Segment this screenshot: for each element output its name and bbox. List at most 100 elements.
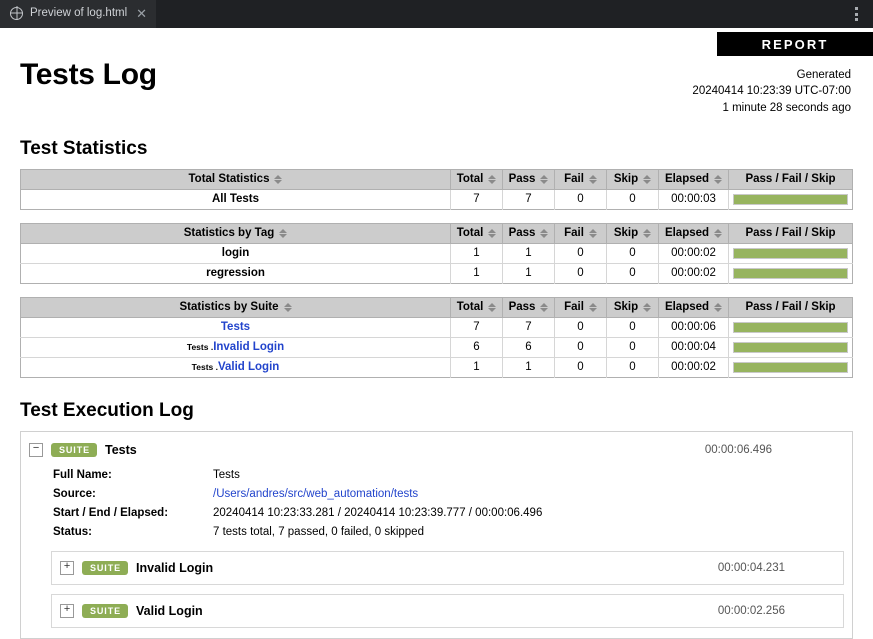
suite-elapsed: 00:00:06.496 (704, 443, 772, 456)
detail-value: Tests (213, 468, 240, 481)
sort-indicator-icon[interactable] (540, 302, 549, 312)
kebab-menu-icon[interactable] (848, 0, 864, 28)
collapse-toggle-icon[interactable]: − (29, 442, 43, 457)
close-icon[interactable]: ✕ (136, 7, 147, 20)
cell-pass: 1 (502, 357, 555, 378)
column-header-tag-3[interactable]: Fail (554, 223, 607, 244)
sort-indicator-icon[interactable] (588, 228, 597, 238)
cell-pass: 1 (502, 243, 555, 264)
generated-info: Generated 20240414 10:23:39 UTC-07:00 1 … (692, 58, 853, 116)
sort-indicator-icon[interactable] (488, 228, 497, 238)
column-header-total-0[interactable]: Total Statistics (20, 169, 451, 190)
total-statistics-table: Total Statistics Total Pass Fail Skip Elapsed… (20, 168, 853, 210)
row-name[interactable]: Tests (20, 317, 451, 338)
sort-indicator-icon[interactable] (274, 174, 283, 184)
cell-fail: 0 (554, 189, 607, 210)
column-header-total-5[interactable]: Elapsed (658, 169, 729, 190)
child-suite-item[interactable]: + SUITE Invalid Login 00:00:04.231 (51, 550, 844, 585)
detail-row: Full Name: Tests (53, 466, 844, 485)
cell-total: 1 (450, 243, 503, 264)
sort-indicator-icon[interactable] (588, 174, 597, 184)
window-titlebar: Preview of log.html ✕ (0, 0, 873, 28)
cell-skip: 0 (606, 189, 659, 210)
sort-indicator-icon[interactable] (643, 302, 652, 312)
globe-icon (10, 6, 23, 20)
column-header-total-6: Pass / Fail / Skip (728, 169, 853, 190)
column-header-suite-0[interactable]: Statistics by Suite (20, 297, 451, 318)
cell-fail: 0 (554, 357, 607, 378)
column-header-tag-5[interactable]: Elapsed (658, 223, 729, 244)
sort-indicator-icon[interactable] (588, 302, 597, 312)
suite-statistics-table: Statistics by Suite Total Pass Fail Skip Elap… (20, 296, 853, 378)
column-header-tag-4[interactable]: Skip (606, 223, 659, 244)
expand-toggle-icon[interactable]: + (60, 603, 74, 618)
row-name: login (20, 243, 451, 264)
column-header-total-4[interactable]: Skip (606, 169, 659, 190)
column-header-suite-6: Pass / Fail / Skip (728, 297, 853, 318)
sort-indicator-icon[interactable] (488, 174, 497, 184)
column-header-suite-1[interactable]: Total (450, 297, 503, 318)
suite-link[interactable]: Valid Login (218, 361, 279, 373)
cell-elapsed: 00:00:02 (658, 263, 729, 284)
column-header-total-2[interactable]: Pass (502, 169, 555, 190)
sort-indicator-icon[interactable] (643, 174, 652, 184)
table-row: login 1 1 0 0 00:00:02 (20, 243, 853, 264)
source-link[interactable]: /Users/andres/src/web_automation/tests (213, 488, 418, 500)
column-header-tag-2[interactable]: Pass (502, 223, 555, 244)
sort-indicator-icon[interactable] (540, 174, 549, 184)
sort-indicator-icon[interactable] (643, 228, 652, 238)
column-header-tag-0[interactable]: Statistics by Tag (20, 223, 451, 244)
suite-link[interactable]: Invalid Login (213, 341, 284, 353)
generated-relative: 1 minute 28 seconds ago (722, 101, 851, 114)
cell-skip: 0 (606, 357, 659, 378)
sort-indicator-icon[interactable] (714, 228, 723, 238)
table-row: Tests .Invalid Login 6 6 0 0 00:00:04 (20, 337, 853, 358)
expand-toggle-icon[interactable]: + (60, 560, 74, 575)
cell-skip: 0 (606, 243, 659, 264)
row-name[interactable]: Tests .Invalid Login (20, 337, 451, 358)
row-name[interactable]: Tests .Valid Login (20, 357, 451, 378)
suite-badge: SUITE (82, 603, 129, 618)
child-suite-item[interactable]: + SUITE Valid Login 00:00:02.256 (51, 593, 844, 628)
detail-label: Status: (53, 525, 92, 538)
pass-fail-skip-bar (728, 337, 853, 358)
detail-label: Start / End / Elapsed: (53, 506, 169, 519)
detail-value: 20240414 10:23:33.281 / 20240414 10:23:3… (213, 506, 543, 519)
suite-badge: SUITE (82, 560, 129, 575)
suite-link[interactable]: Tests (221, 321, 250, 333)
cell-fail: 0 (554, 337, 607, 358)
sort-indicator-icon[interactable] (279, 228, 288, 238)
detail-value: 7 tests total, 7 passed, 0 failed, 0 ski… (213, 525, 424, 538)
pass-fail-skip-bar (728, 189, 853, 210)
pass-fail-skip-bar (728, 357, 853, 378)
sort-indicator-icon[interactable] (283, 302, 292, 312)
cell-elapsed: 00:00:04 (658, 337, 729, 358)
column-header-suite-5[interactable]: Elapsed (658, 297, 729, 318)
column-header-total-3[interactable]: Fail (554, 169, 607, 190)
column-header-total-1[interactable]: Total (450, 169, 503, 190)
cell-fail: 0 (554, 263, 607, 284)
cell-total: 1 (450, 263, 503, 284)
cell-total: 6 (450, 337, 503, 358)
sort-indicator-icon[interactable] (714, 302, 723, 312)
cell-fail: 0 (554, 243, 607, 264)
sort-indicator-icon[interactable] (714, 174, 723, 184)
detail-row: Status: 7 tests total, 7 passed, 0 failed… (53, 523, 844, 542)
root-suite-header[interactable]: − SUITE Tests 00:00:06.496 (29, 441, 844, 459)
execution-log-container: − SUITE Tests 00:00:06.496 Full Name: Tes… (20, 430, 853, 639)
column-header-suite-4[interactable]: Skip (606, 297, 659, 318)
cell-pass: 6 (502, 337, 555, 358)
detail-label: Full Name: (53, 468, 112, 481)
table-row: Tests .Valid Login 1 1 0 0 00:00:02 (20, 357, 853, 378)
suite-details: Full Name: Tests Source: /Users/andres/src/… (53, 466, 844, 542)
browser-tab-preview[interactable]: Preview of log.html ✕ (0, 0, 157, 28)
column-header-suite-3[interactable]: Fail (554, 297, 607, 318)
cell-elapsed: 00:00:02 (658, 243, 729, 264)
sort-indicator-icon[interactable] (540, 228, 549, 238)
table-row: All Tests 7 7 0 0 00:00:03 (20, 189, 853, 210)
row-name: regression (20, 263, 451, 284)
column-header-tag-1[interactable]: Total (450, 223, 503, 244)
column-header-suite-2[interactable]: Pass (502, 297, 555, 318)
detail-value[interactable]: /Users/andres/src/web_automation/tests (213, 485, 418, 504)
sort-indicator-icon[interactable] (488, 302, 497, 312)
